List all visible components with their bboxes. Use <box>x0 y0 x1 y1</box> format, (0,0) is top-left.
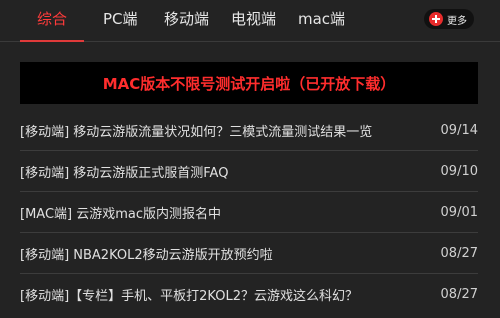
news-date: 08/27 <box>440 286 478 302</box>
news-date: 09/10 <box>440 163 478 179</box>
announcement-banner[interactable]: MAC版本不限号测试开启啦（已开放下载） <box>20 62 478 104</box>
news-title: [MAC端] 云游戏mac版内测报名中 <box>20 206 222 222</box>
news-title: [移动端] 移动云游版流量状况如何？三模式流量测试结果一览 <box>20 124 373 140</box>
news-title: [移动端]【专栏】手机、平板打2KOL2？云游戏这么科幻？ <box>20 288 358 304</box>
news-title: [移动端] 移动云游版正式服首测FAQ <box>20 165 229 181</box>
news-item[interactable]: [MAC端] 云游戏mac版内测报名中 09/01 <box>20 192 478 233</box>
news-list: [移动端] 移动云游版流量状况如何？三模式流量测试结果一览 09/14 [移动端… <box>20 110 478 314</box>
news-date: 09/01 <box>440 204 478 220</box>
plus-circle-icon <box>429 12 443 26</box>
tab-mobile[interactable]: 移动端 <box>164 9 209 29</box>
active-tab-indicator <box>20 40 84 42</box>
news-item[interactable]: [移动端] 移动云游版正式服首测FAQ 09/10 <box>20 151 478 192</box>
news-date: 09/14 <box>440 122 478 138</box>
news-date: 08/27 <box>440 245 478 261</box>
tab-pc[interactable]: PC端 <box>103 9 138 29</box>
more-button-label: 更多 <box>447 15 467 27</box>
tab-mac[interactable]: mac端 <box>298 9 345 29</box>
tab-general[interactable]: 综合 <box>37 9 67 29</box>
news-item[interactable]: [移动端]【专栏】手机、平板打2KOL2？云游戏这么科幻？ 08/27 <box>20 274 478 314</box>
news-title: [移动端] NBA2KOL2移动云游版开放预约啦 <box>20 247 273 263</box>
tab-bar: 综合 PC端 移动端 电视端 mac端 更多 <box>0 0 500 40</box>
tab-tv[interactable]: 电视端 <box>231 9 276 29</box>
news-item[interactable]: [移动端] NBA2KOL2移动云游版开放预约啦 08/27 <box>20 233 478 274</box>
more-button[interactable]: 更多 <box>424 9 474 29</box>
news-item[interactable]: [移动端] 移动云游版流量状况如何？三模式流量测试结果一览 09/14 <box>20 110 478 151</box>
banner-text: MAC版本不限号测试开启啦（已开放下载） <box>102 74 396 93</box>
